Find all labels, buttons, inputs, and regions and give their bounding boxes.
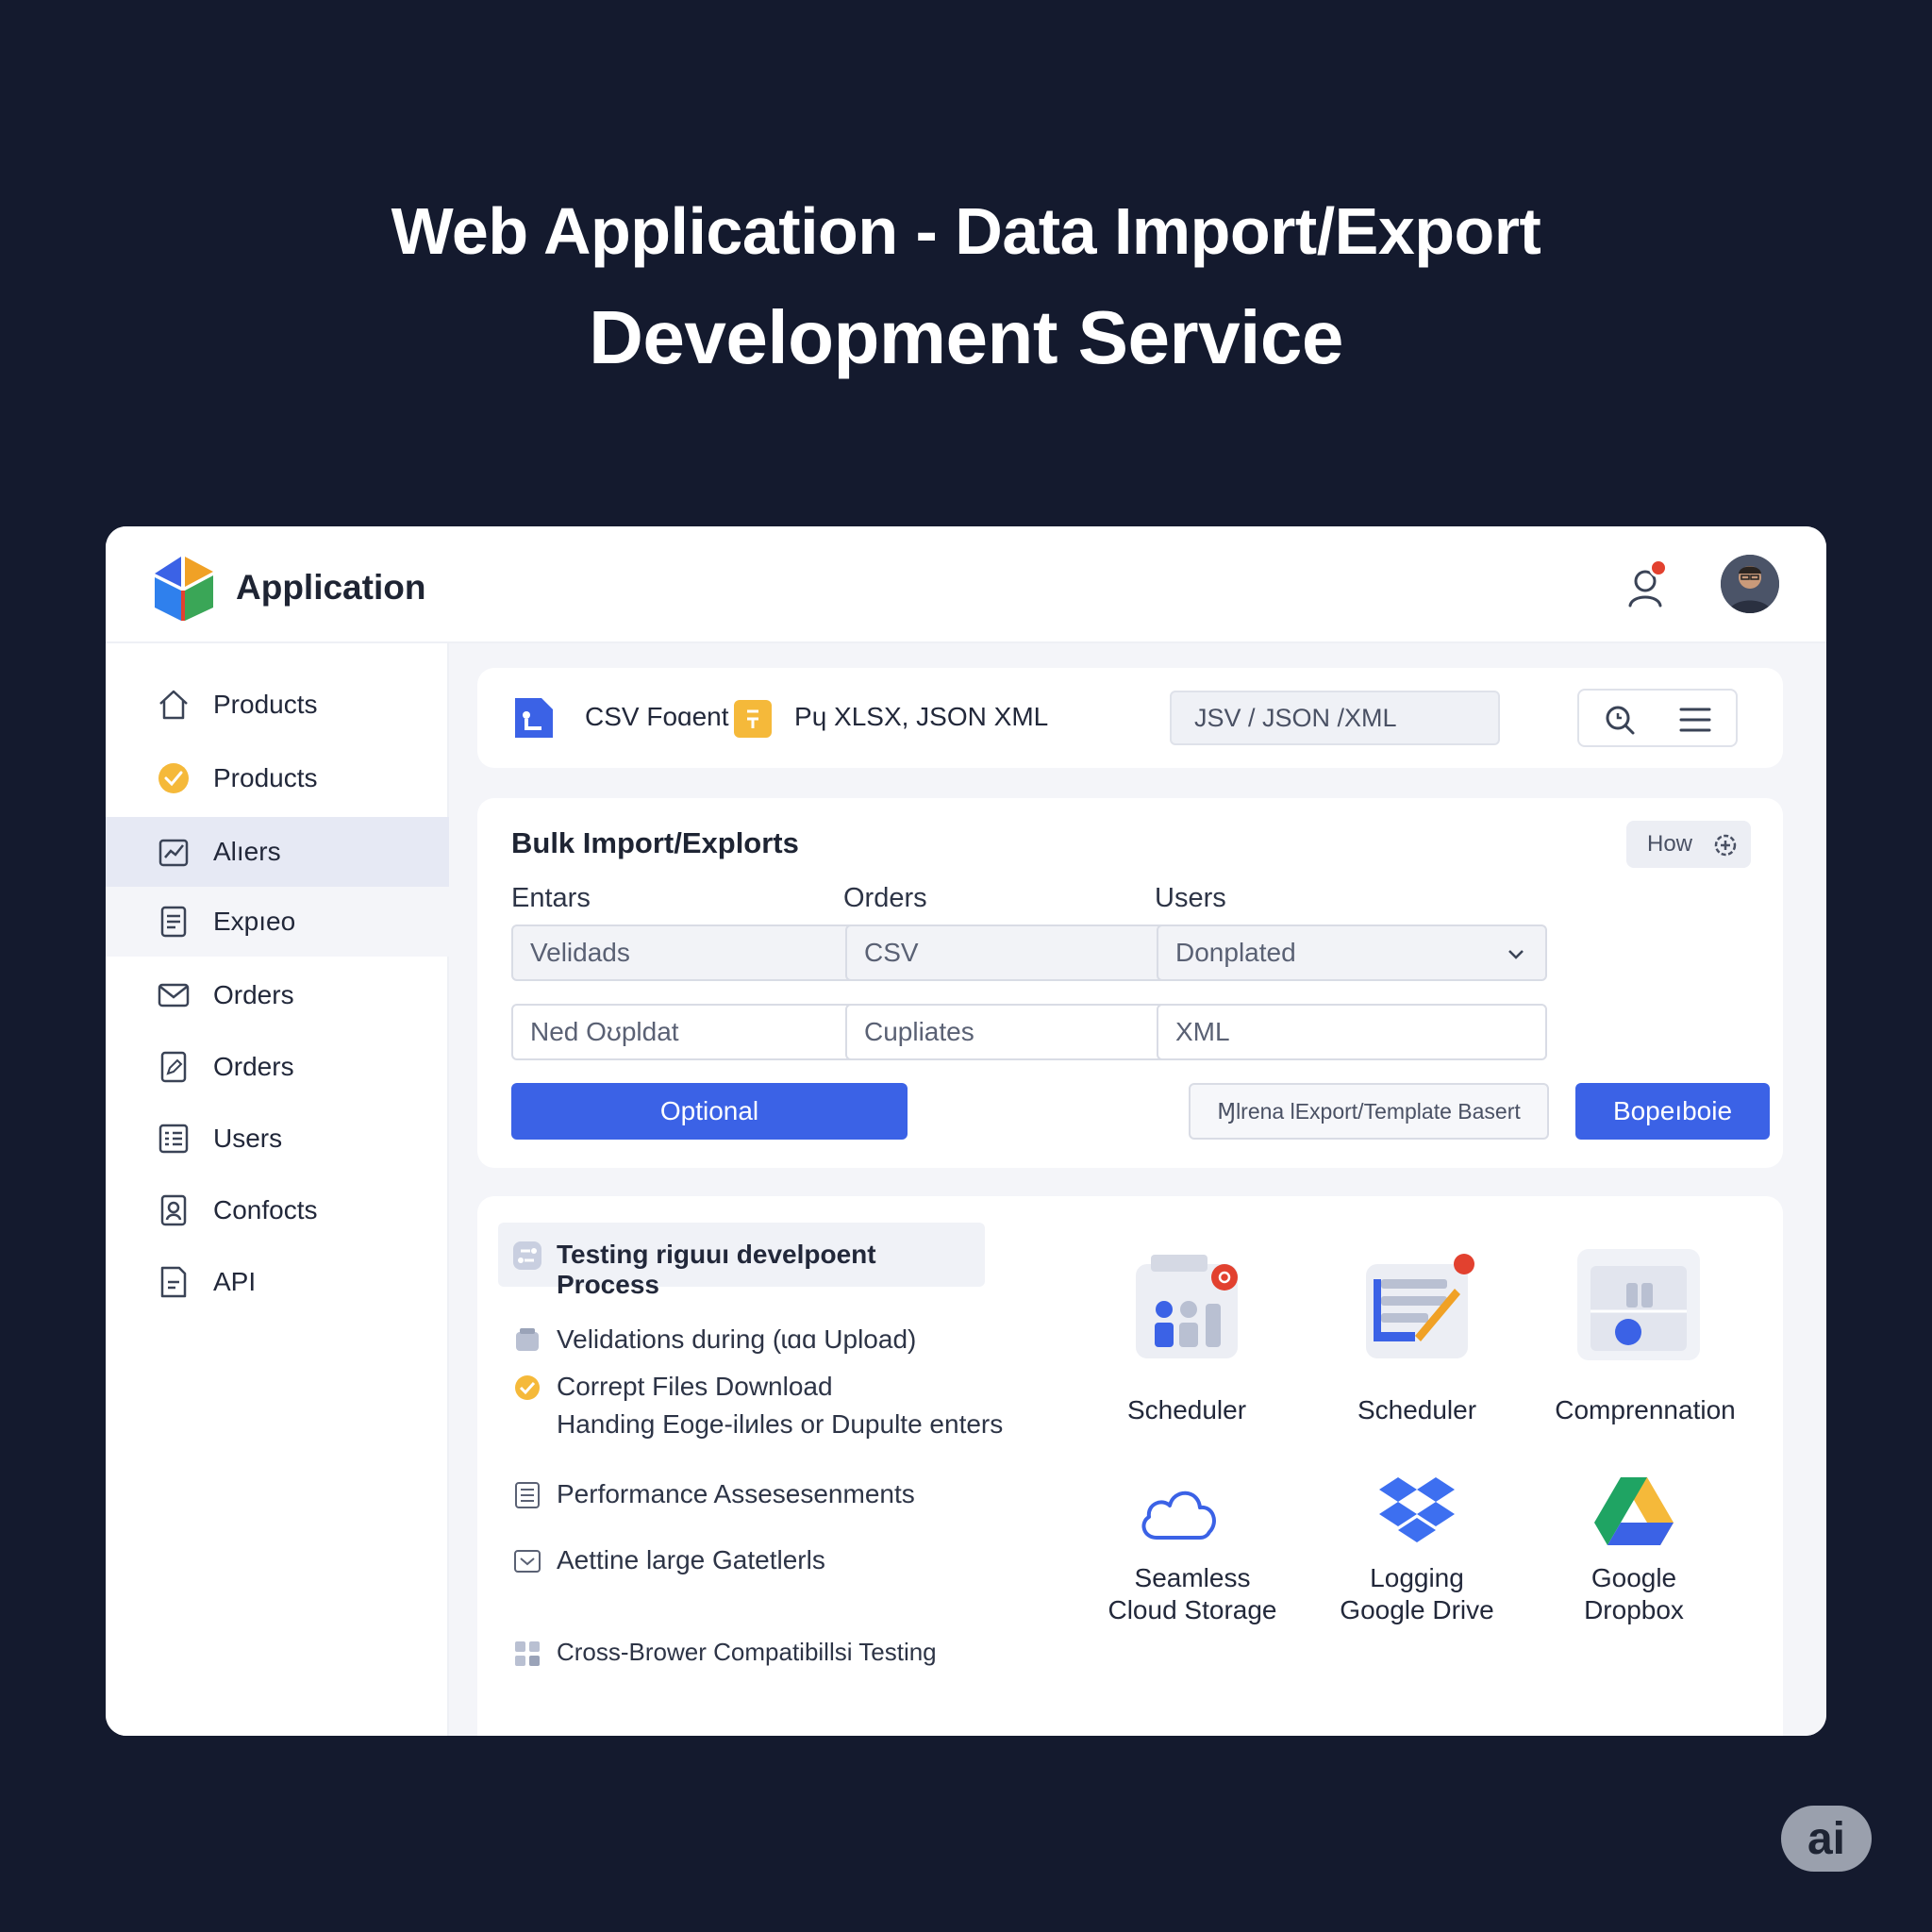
browser-compat-icon bbox=[515, 1641, 540, 1666]
settings-icon bbox=[1714, 834, 1737, 857]
integration-label-line1: Google bbox=[1591, 1563, 1677, 1592]
contacts-icon bbox=[160, 1194, 187, 1226]
hero-title-line1: Web Application - Data Import/Export bbox=[391, 194, 1541, 268]
menu-icon[interactable] bbox=[1679, 706, 1711, 734]
how-button[interactable]: How bbox=[1626, 821, 1751, 868]
integration-label-line2: Cloud Storage bbox=[1108, 1595, 1277, 1624]
large-dataset-icon bbox=[514, 1550, 541, 1573]
export-template-button[interactable]: Ɱlrena lExport/Template Basert bbox=[1189, 1083, 1549, 1140]
notification-badge bbox=[1649, 558, 1668, 577]
integration-label-line1: Logging bbox=[1370, 1563, 1464, 1592]
testing-row: Handing Eoge-ilиles or Dupulte enters bbox=[557, 1409, 1004, 1439]
integration-label-line1: Seamless bbox=[1134, 1563, 1251, 1592]
sidebar-item-contacts[interactable]: Confocts bbox=[106, 1175, 449, 1245]
integration-label: Logging Google Drive bbox=[1294, 1562, 1540, 1626]
main-content: CSV Foɑent Pɥ XLSX, JSON XML JSV / JSON … bbox=[449, 643, 1826, 1736]
search-icon[interactable] bbox=[1604, 704, 1636, 736]
testing-row: Performance Assesesenments bbox=[557, 1479, 915, 1508]
chevron-down-icon bbox=[1508, 950, 1524, 959]
testing-title: Testing riguuı develpoent Process bbox=[557, 1240, 876, 1299]
sidebar-item-export[interactable]: Expıeo bbox=[106, 887, 449, 957]
testing-row: Cross-Brower Compatibillsi Testing bbox=[557, 1638, 937, 1666]
top-bar: Application bbox=[106, 526, 1826, 643]
formats-label[interactable]: Pɥ XLSX, JSON XML bbox=[794, 702, 1048, 732]
sidebar-item-label: Confocts bbox=[213, 1195, 318, 1224]
testing-header: Testing riguuı develpoent Process bbox=[498, 1223, 985, 1299]
format-input[interactable]: JSV / JSON /XML bbox=[1170, 691, 1500, 745]
file-edit-icon bbox=[160, 1051, 187, 1083]
toolbar-actions bbox=[1577, 689, 1738, 747]
integration-label: Scheduler bbox=[1126, 1395, 1247, 1424]
integration-label: Scheduler bbox=[1357, 1395, 1477, 1424]
sidebar-item-api[interactable]: API bbox=[106, 1247, 449, 1317]
avatar[interactable] bbox=[1721, 555, 1779, 613]
users-select[interactable]: Donplated bbox=[1157, 924, 1547, 981]
sidebar-item-orders-2[interactable]: Orders bbox=[106, 1032, 449, 1102]
sidebar-item-label: API bbox=[213, 1267, 257, 1296]
mail-icon bbox=[158, 983, 190, 1008]
list-icon bbox=[158, 1124, 189, 1154]
testing-row: Corrept Files Download bbox=[557, 1372, 833, 1401]
sidebar-item-products-2[interactable]: Products bbox=[106, 743, 449, 813]
sidebar-item-orders[interactable]: Orders bbox=[106, 960, 449, 1030]
download-icon bbox=[515, 1375, 540, 1400]
sidebar-item-label: Users bbox=[213, 1124, 283, 1153]
integration-label: Google Dropbox bbox=[1511, 1562, 1757, 1626]
check-circle-icon bbox=[158, 763, 189, 793]
performance-doc-icon bbox=[515, 1482, 540, 1508]
sidebar: Products Products Alıers Expıeo Orders O… bbox=[106, 643, 449, 1736]
sidebar-item-label: Orders bbox=[213, 980, 294, 1009]
format-toolbar: CSV Foɑent Pɥ XLSX, JSON XML JSV / JSON … bbox=[477, 668, 1783, 768]
dropbox-icon[interactable] bbox=[1379, 1475, 1455, 1547]
upload-validation-icon bbox=[516, 1328, 539, 1351]
entries-select-value: Velidads bbox=[530, 938, 630, 967]
integration-label-line2: Dropbox bbox=[1584, 1595, 1684, 1624]
sidebar-item-label: Products bbox=[213, 690, 318, 719]
users-select-value: Donplated bbox=[1175, 938, 1296, 967]
how-button-label: How bbox=[1647, 831, 1693, 857]
scheduler-edit-icon[interactable] bbox=[1360, 1251, 1479, 1364]
integration-label: Comprennation bbox=[1555, 1395, 1736, 1424]
csv-file-icon[interactable] bbox=[511, 694, 557, 741]
app-logo-icon bbox=[155, 557, 213, 621]
ai-badge: ai bbox=[1781, 1806, 1872, 1872]
integration-label: Seamless Cloud Storage bbox=[1070, 1562, 1315, 1626]
sidebar-item-label: Expıeo bbox=[213, 907, 296, 936]
document-icon bbox=[160, 906, 187, 938]
orders-column-label: Orders bbox=[843, 883, 927, 913]
testing-row: Velidations during (ɩɑɑ Upload) bbox=[557, 1324, 917, 1354]
google-drive-icon[interactable] bbox=[1594, 1475, 1674, 1547]
sidebar-item-label: Alıers bbox=[213, 837, 281, 866]
testing-process-card: Testing riguuı develpoent Process Velida… bbox=[477, 1196, 1783, 1736]
csv-format-label[interactable]: CSV Foɑent bbox=[585, 702, 729, 732]
orders-format-value: CSV bbox=[864, 938, 919, 967]
chart-icon bbox=[158, 839, 189, 867]
sidebar-item-products[interactable]: Products bbox=[106, 670, 449, 740]
cloud-icon[interactable] bbox=[1136, 1479, 1221, 1545]
app-window: Application Products Products Alıers Exp… bbox=[106, 526, 1826, 1736]
entries-column-label: Entars bbox=[511, 883, 591, 913]
process-icon bbox=[513, 1241, 541, 1270]
integration-label-line2: Google Drive bbox=[1340, 1595, 1494, 1624]
app-name: Application bbox=[236, 568, 426, 607]
users-column-label: Users bbox=[1155, 883, 1226, 913]
api-doc-icon bbox=[160, 1266, 187, 1298]
home-icon bbox=[159, 690, 188, 720]
bulk-import-title: Bulk Import/Explorts bbox=[511, 826, 799, 859]
users-input[interactable]: XML bbox=[1157, 1004, 1547, 1060]
hero-title-line2: Development Service bbox=[589, 295, 1343, 379]
compression-icon[interactable] bbox=[1574, 1245, 1704, 1364]
xlsx-file-icon[interactable] bbox=[732, 698, 774, 740]
testing-row: Aettine large Gatetlerls bbox=[557, 1545, 825, 1574]
sidebar-item-label: Products bbox=[213, 763, 318, 792]
sidebar-item-label: Orders bbox=[213, 1052, 294, 1081]
optional-button[interactable]: Optional bbox=[511, 1083, 908, 1140]
user-avatar-icon bbox=[1721, 555, 1779, 613]
submit-button[interactable]: Bopeıboie bbox=[1575, 1083, 1770, 1140]
scheduler-icon[interactable] bbox=[1130, 1251, 1243, 1364]
bulk-import-card: Bulk Import/Explorts How Entars Orders U… bbox=[477, 798, 1783, 1168]
sidebar-item-users[interactable]: Users bbox=[106, 1104, 449, 1174]
sidebar-item-alters[interactable]: Alıers bbox=[106, 817, 449, 887]
